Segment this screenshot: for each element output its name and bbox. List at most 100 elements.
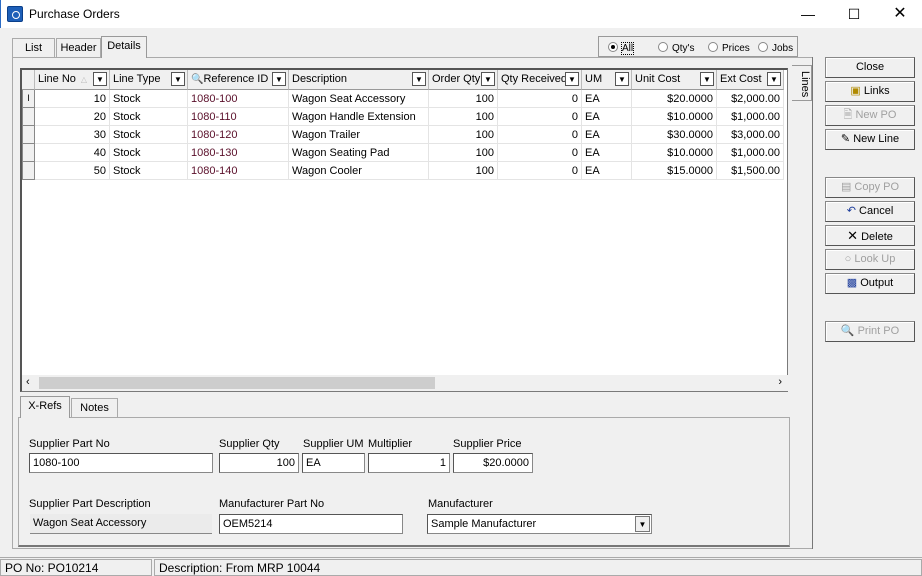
grid-cell[interactable]: 1080-140 — [188, 162, 289, 180]
grid-cell[interactable]: Wagon Seating Pad — [289, 144, 429, 162]
grid-cell[interactable]: Wagon Handle Extension — [289, 108, 429, 126]
grid-cell[interactable]: 50 — [35, 162, 110, 180]
radio-prices[interactable]: Prices — [708, 42, 750, 54]
grid-cell[interactable]: Stock — [110, 144, 188, 162]
grid-cell[interactable]: Stock — [110, 162, 188, 180]
filter-dropdown-icon[interactable]: ▼ — [171, 72, 185, 86]
column-header[interactable]: Line Type ▼ — [110, 70, 188, 90]
filter-dropdown-icon[interactable]: ▼ — [481, 72, 495, 86]
horizontal-scrollbar[interactable]: ‹ › — [22, 375, 788, 391]
copy-po-button[interactable]: ▤ Copy PO — [825, 177, 915, 198]
filter-dropdown-icon[interactable]: ▼ — [767, 72, 781, 86]
cancel-button[interactable]: ↶ Cancel — [825, 201, 915, 222]
column-header[interactable]: Qty Received ▼ — [498, 70, 582, 90]
radio-qtys[interactable]: Qty's — [658, 42, 694, 54]
new-line-button[interactable]: ✎ New Line — [825, 129, 915, 150]
column-header[interactable]: 🔍Reference ID ▼ — [188, 70, 289, 90]
grid-cell[interactable]: $1,500.00 — [717, 162, 784, 180]
grid-cell[interactable]: 1080-120 — [188, 126, 289, 144]
filter-dropdown-icon[interactable]: ▼ — [615, 72, 629, 86]
grid-cell[interactable]: 100 — [429, 90, 498, 108]
tab-header[interactable]: Header — [56, 38, 101, 58]
close-window-button[interactable]: ✕ — [877, 0, 922, 28]
grid-cell[interactable]: $10.0000 — [632, 108, 717, 126]
tab-details[interactable]: Details — [101, 36, 147, 58]
new-po-button[interactable]: 🗎 New PO — [825, 105, 915, 126]
grid-cell[interactable]: 30 — [35, 126, 110, 144]
grid-cell[interactable]: $1,000.00 — [717, 144, 784, 162]
grid-cell[interactable]: EA — [582, 126, 632, 144]
grid-cell[interactable]: EA — [582, 90, 632, 108]
grid-cell[interactable]: Wagon Seat Accessory — [289, 90, 429, 108]
grid-cell[interactable]: 100 — [429, 108, 498, 126]
column-header[interactable]: Ext Cost ▼ — [717, 70, 784, 90]
column-header[interactable]: Line No △ ▼ — [35, 70, 110, 90]
print-po-button[interactable]: 🔍 Print PO — [825, 321, 915, 342]
mfr-part-no-field[interactable]: OEM5214 — [219, 514, 403, 534]
filter-dropdown-icon[interactable]: ▼ — [412, 72, 426, 86]
lines-grid[interactable]: Line No △ ▼ Line Type ▼ 🔍Reference ID ▼ Descrip… — [20, 68, 788, 392]
grid-cell[interactable]: 0 — [498, 162, 582, 180]
maximize-button[interactable]: ☐ — [831, 0, 877, 28]
grid-cell[interactable]: Stock — [110, 90, 188, 108]
manufacturer-select[interactable]: Sample Manufacturer ▼ — [427, 514, 652, 534]
grid-cell[interactable]: 0 — [498, 108, 582, 126]
links-button[interactable]: ▣ Links — [825, 81, 915, 102]
filter-dropdown-icon[interactable]: ▼ — [272, 72, 286, 86]
scroll-right-icon[interactable]: › — [778, 376, 782, 388]
filter-dropdown-icon[interactable]: ▼ — [565, 72, 579, 86]
scroll-thumb[interactable] — [39, 377, 435, 389]
row-selector[interactable] — [22, 162, 35, 180]
grid-cell[interactable]: $2,000.00 — [717, 90, 784, 108]
filter-dropdown-icon[interactable]: ▼ — [700, 72, 714, 86]
output-button[interactable]: ▩ Output — [825, 273, 915, 294]
grid-cell[interactable]: 100 — [429, 126, 498, 144]
delete-button[interactable]: ✕ Delete — [825, 225, 915, 246]
close-button[interactable]: Close — [825, 57, 915, 78]
grid-cell[interactable]: EA — [582, 144, 632, 162]
grid-cell[interactable]: 0 — [498, 126, 582, 144]
grid-cell[interactable]: Stock — [110, 108, 188, 126]
radio-all[interactable]: All — [608, 42, 635, 55]
column-header[interactable]: Unit Cost ▼ — [632, 70, 717, 90]
tab-notes[interactable]: Notes — [71, 398, 118, 418]
chevron-down-icon[interactable]: ▼ — [635, 516, 650, 532]
search-icon[interactable]: 🔍 — [191, 74, 203, 85]
grid-cell[interactable]: 0 — [498, 144, 582, 162]
grid-cell[interactable]: 10 — [35, 90, 110, 108]
grid-cell[interactable]: $10.0000 — [632, 144, 717, 162]
grid-cell[interactable]: $20.0000 — [632, 90, 717, 108]
minimize-button[interactable]: — — [785, 0, 831, 28]
radio-jobs[interactable]: Jobs — [758, 42, 793, 54]
row-selector[interactable] — [22, 108, 35, 126]
grid-cell[interactable]: EA — [582, 108, 632, 126]
grid-cell[interactable]: $1,000.00 — [717, 108, 784, 126]
grid-cell[interactable]: EA — [582, 162, 632, 180]
tab-lines[interactable]: Lines — [792, 65, 812, 101]
grid-cell[interactable]: 1080-100 — [188, 90, 289, 108]
grid-cell[interactable]: 100 — [429, 144, 498, 162]
grid-cell[interactable]: 20 — [35, 108, 110, 126]
grid-cell[interactable]: $3,000.00 — [717, 126, 784, 144]
row-selector[interactable] — [22, 126, 35, 144]
supplier-price-field[interactable]: $20.0000 — [453, 453, 533, 473]
tab-list[interactable]: List — [12, 38, 55, 58]
look-up-button[interactable]: ○ Look Up — [825, 249, 915, 270]
grid-cell[interactable]: $30.0000 — [632, 126, 717, 144]
grid-cell[interactable]: 1080-130 — [188, 144, 289, 162]
grid-cell[interactable]: Stock — [110, 126, 188, 144]
column-header[interactable]: UM ▼ — [582, 70, 632, 90]
grid-cell[interactable]: 1080-110 — [188, 108, 289, 126]
tab-xrefs[interactable]: X-Refs — [20, 396, 70, 418]
grid-cell[interactable]: 40 — [35, 144, 110, 162]
supplier-qty-field[interactable]: 100 — [219, 453, 299, 473]
row-selector[interactable] — [22, 144, 35, 162]
multiplier-field[interactable]: 1 — [368, 453, 450, 473]
row-selector[interactable]: I — [22, 90, 35, 108]
grid-cell[interactable]: $15.0000 — [632, 162, 717, 180]
supplier-part-no-field[interactable]: 1080-100 — [29, 453, 213, 473]
column-header[interactable]: Order Qty ▼ — [429, 70, 498, 90]
column-header[interactable]: Description ▼ — [289, 70, 429, 90]
filter-dropdown-icon[interactable]: ▼ — [93, 72, 107, 86]
supplier-um-field[interactable]: EA — [302, 453, 365, 473]
